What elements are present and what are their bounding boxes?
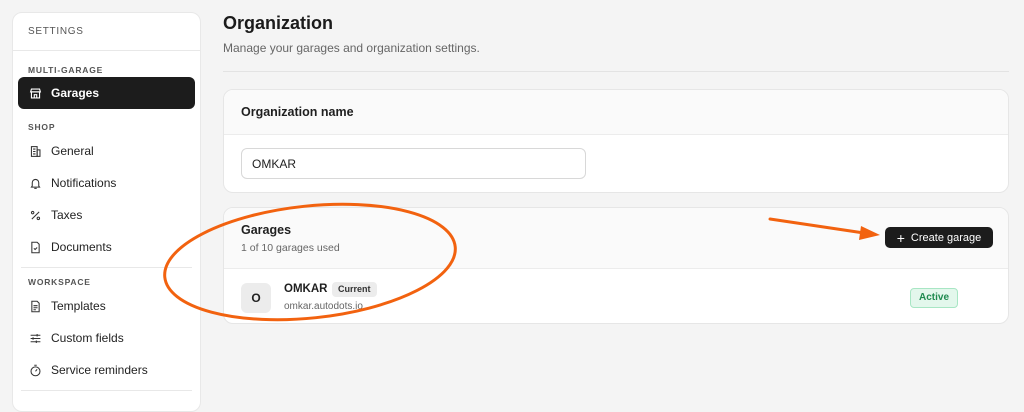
section-shop: SHOP: [28, 122, 56, 132]
sidebar-item-documents[interactable]: Documents: [18, 231, 195, 263]
garage-avatar: O: [241, 283, 271, 313]
create-garage-label: Create garage: [910, 231, 982, 244]
garage-url: omkar.autodots.io: [284, 301, 363, 312]
section-multi-garage: MULTI-GARAGE: [28, 65, 104, 75]
garages-card: Garages 1 of 10 garages used + Create ga…: [223, 207, 1009, 324]
bell-icon: [28, 176, 42, 190]
store-icon: [28, 86, 42, 100]
page-subtitle: Manage your garages and organization set…: [223, 41, 480, 55]
organization-name-input[interactable]: [241, 148, 586, 179]
sidebar-item-garages[interactable]: Garages: [18, 77, 195, 109]
garage-usage: 1 of 10 garages used: [241, 242, 340, 254]
sidebar-item-label: Service reminders: [51, 363, 148, 377]
building-icon: [28, 144, 42, 158]
plus-icon: +: [896, 229, 905, 246]
sidebar-item-label: Templates: [51, 299, 106, 313]
title-divider: [223, 71, 1009, 72]
sidebar-item-label: Notifications: [51, 176, 117, 190]
sidebar-divider: [21, 390, 192, 391]
status-badge: Active: [910, 288, 959, 308]
file-text-icon: [28, 299, 42, 313]
sidebar-item-label: Documents: [51, 240, 112, 254]
garages-card-header: Garages 1 of 10 garages used + Create ga…: [224, 208, 1008, 269]
sidebar-item-service-reminders[interactable]: Service reminders: [18, 354, 195, 386]
sidebar-item-label: Garages: [51, 86, 100, 100]
percent-icon: [28, 208, 42, 222]
create-garage-button[interactable]: + Create garage: [885, 227, 993, 248]
garage-name: OMKAR: [284, 283, 328, 295]
current-badge: Current: [332, 282, 377, 297]
sidebar-item-notifications[interactable]: Notifications: [18, 167, 195, 199]
garage-row[interactable]: O OMKAR Current omkar.autodots.io Active: [224, 269, 1008, 323]
sidebar-header: SETTINGS: [13, 13, 200, 51]
card-title: Organization name: [224, 90, 1008, 135]
sliders-icon: [28, 331, 42, 345]
card-title: Garages: [241, 223, 292, 237]
sidebar-item-label: Custom fields: [51, 331, 124, 345]
document-check-icon: [28, 240, 42, 254]
sidebar-item-templates[interactable]: Templates: [18, 290, 195, 322]
settings-sidebar: SETTINGS MULTI-GARAGE Garages SHOP Gener…: [12, 12, 201, 412]
timer-icon: [28, 363, 42, 377]
page-title: Organization: [223, 13, 334, 33]
section-workspace: WORKSPACE: [28, 277, 91, 287]
sidebar-item-general[interactable]: General: [18, 135, 195, 167]
sidebar-item-taxes[interactable]: Taxes: [18, 199, 195, 231]
organization-name-card: Organization name: [223, 89, 1009, 193]
sidebar-item-custom-fields[interactable]: Custom fields: [18, 322, 195, 354]
sidebar-item-label: Taxes: [51, 208, 83, 222]
sidebar-item-label: General: [51, 144, 94, 158]
